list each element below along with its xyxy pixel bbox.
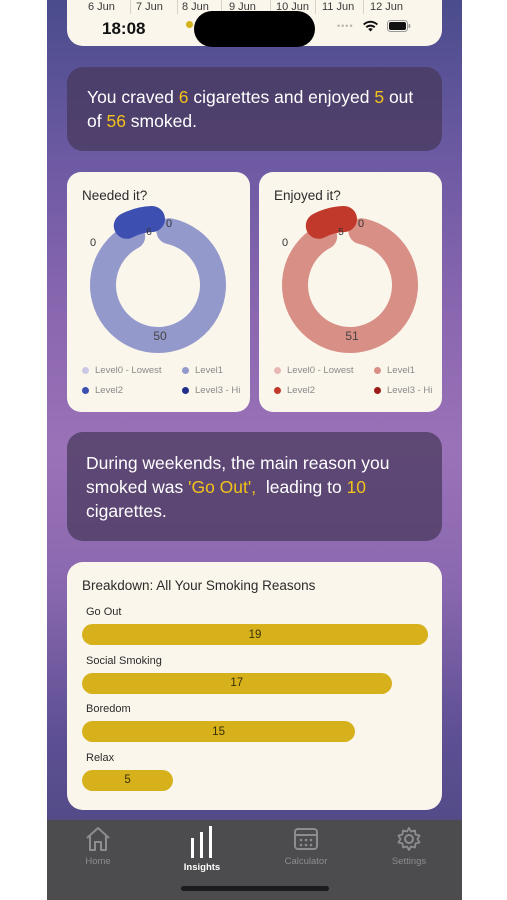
home-indicator (181, 886, 329, 891)
enjoyed-main-value: 51 (345, 329, 359, 343)
enjoyed-count: 5 (374, 87, 385, 107)
needed-it-card: Needed it? 6 0 0 50 Level0 - Lowest Level1 … (67, 172, 250, 412)
weekend-main-reason: 'Go Out', (188, 477, 257, 497)
tab-insights[interactable]: Insights (157, 826, 247, 873)
summary-text: smoked. (125, 111, 197, 131)
legend-label: Level2 (287, 385, 315, 396)
legend-item: Level1 (182, 365, 223, 376)
legend-label: Level2 (95, 385, 123, 396)
legend-label: Level3 - Hi (195, 385, 241, 396)
legend-swatch (374, 387, 381, 394)
reason-bar: 15 (82, 721, 356, 742)
summary-text: cigarettes and enjoyed (188, 87, 375, 107)
bar-label: Relax (86, 751, 115, 764)
legend-swatch (274, 367, 281, 374)
divider (130, 0, 131, 14)
home-icon (86, 827, 110, 851)
divider (363, 0, 364, 14)
tab-calculator[interactable]: Calculator (261, 826, 351, 867)
craving-summary-card: You craved 6 cigarettes and enjoyed 5 ou… (67, 67, 442, 151)
legend-swatch (82, 367, 89, 374)
legend-item: Level0 - Lowest (274, 365, 354, 376)
legend-item: Level1 (374, 365, 415, 376)
calculator-icon (294, 828, 318, 850)
tab-settings[interactable]: Settings (364, 826, 454, 867)
legend-item: Level0 - Lowest (82, 365, 162, 376)
legend-item: Level3 - Hi (182, 385, 240, 396)
bar-value: 19 (248, 628, 262, 641)
legend-item: Level3 - Hi (374, 385, 432, 396)
bar-label: Go Out (86, 606, 122, 618)
legend-swatch (374, 367, 381, 374)
legend-swatch (182, 387, 189, 394)
battery-icon (386, 20, 410, 32)
tab-label: Home (85, 856, 111, 867)
selected-day-dot (186, 21, 193, 28)
settings-icon (397, 827, 421, 851)
calendar-date[interactable]: 6 Jun (88, 1, 115, 13)
status-time: 18:08 (102, 19, 146, 38)
enjoyed-zero-label: 0 (358, 218, 364, 230)
enjoyed-small-value: 5 (338, 227, 344, 238)
legend-swatch (274, 387, 281, 394)
summary-text: You craved (87, 87, 179, 107)
tab-home[interactable]: Home (53, 826, 143, 867)
legend-item: Level2 (82, 385, 123, 396)
needed-it-title: Needed it? (82, 188, 148, 203)
weekend-reason-card: During weekends, the main reason you smo… (67, 432, 442, 541)
needed-zero-label: 0 (166, 218, 172, 230)
enjoyed-it-donut: 5 0 0 51 (282, 206, 418, 353)
breakdown-title: Breakdown: All Your Smoking Reasons (82, 578, 316, 593)
bar-value: 15 (212, 725, 225, 738)
tab-label: Insights (183, 862, 221, 873)
status-icons: •••• (337, 20, 411, 32)
tab-label: Settings (391, 856, 427, 867)
reason-bar: 19 (82, 624, 428, 645)
bar-value: 5 (124, 774, 131, 786)
divider (177, 0, 178, 14)
legend-swatch (82, 387, 89, 394)
needed-zero-label: 0 (90, 237, 96, 249)
insights-icon (191, 826, 212, 858)
legend-label: Level1 (387, 365, 415, 376)
legend-label: Level1 (195, 365, 223, 376)
divider (315, 0, 316, 14)
legend-label: Level0 - Lowest (95, 365, 162, 376)
enjoyed-slice-level1 (282, 218, 418, 353)
enjoyed-it-card: Enjoyed it? 5 0 0 51 Level0 - Lowest Level1… (259, 172, 442, 412)
signal-icon: •••• (337, 21, 354, 31)
bar-label: Social Smoking (86, 654, 162, 667)
enjoyed-it-title: Enjoyed it? (274, 188, 341, 203)
smoked-count: 56 (106, 111, 126, 131)
legend-item: Level2 (274, 385, 315, 396)
tab-label: Calculator (284, 856, 328, 867)
calendar-date[interactable]: 7 Jun (136, 1, 163, 13)
craved-count: 6 (178, 87, 189, 107)
weekend-text: cigarettes. (86, 501, 167, 521)
wifi-icon (362, 20, 378, 32)
needed-main-value: 50 (153, 329, 167, 343)
needed-slice-level2 (113, 206, 165, 239)
app-screen: 6 Jun 7 Jun 8 Jun 9 Jun 10 Jun 11 Jun 12… (47, 0, 462, 900)
needed-slice-level1 (90, 218, 226, 353)
legend-label: Level3 - Hi (387, 385, 433, 396)
calendar-date[interactable]: 11 Jun (322, 1, 354, 13)
reason-bar: 17 (82, 672, 392, 694)
needed-small-value: 6 (146, 227, 152, 238)
calendar-date[interactable]: 12 Jun (370, 1, 403, 13)
legend-label: Level0 - Lowest (287, 365, 354, 376)
reason-bar: 5 (82, 769, 174, 791)
needed-it-donut: 6 0 0 50 (90, 206, 226, 353)
bar-value: 17 (230, 677, 244, 689)
bar-label: Boredom (86, 703, 131, 715)
legend-swatch (182, 367, 189, 374)
dynamic-island (194, 11, 315, 47)
enjoyed-slice-level2 (305, 206, 357, 239)
weekend-text: leading to (256, 477, 347, 497)
reasons-breakdown-card: Breakdown: All Your Smoking Reasons Go O… (67, 562, 442, 810)
weekend-count: 10 (346, 477, 367, 497)
enjoyed-zero-label: 0 (282, 237, 288, 249)
